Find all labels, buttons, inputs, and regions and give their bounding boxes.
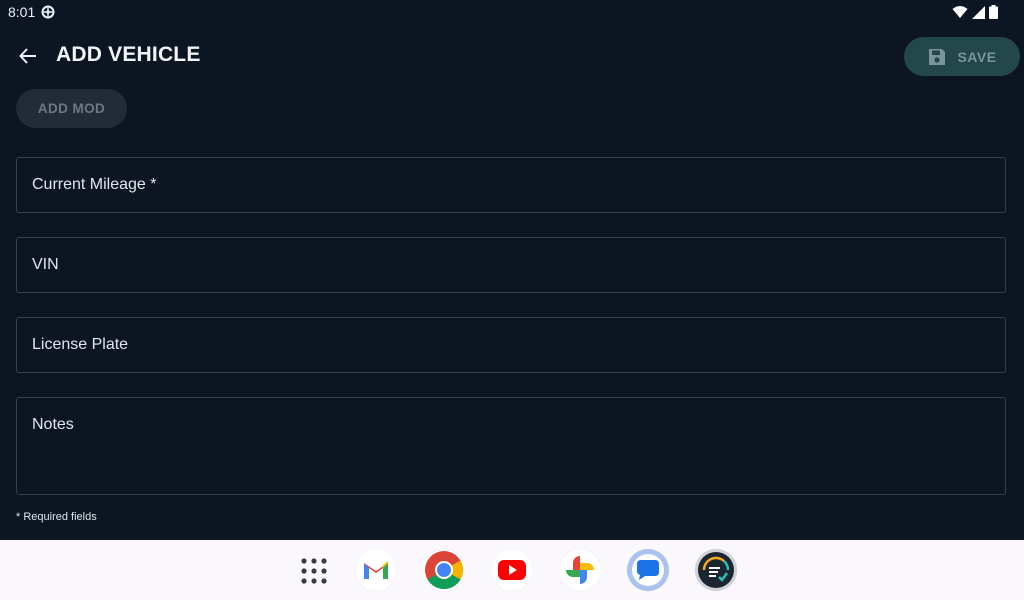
settings-status-icon bbox=[41, 5, 55, 19]
youtube-app[interactable] bbox=[491, 549, 533, 591]
wifi-icon bbox=[952, 6, 968, 18]
status-bar: 8:01 bbox=[0, 0, 1024, 24]
add-mod-label: ADD MOD bbox=[37, 101, 106, 116]
save-button-label: SAVE bbox=[957, 48, 997, 65]
license-plate-field[interactable]: License Plate bbox=[16, 317, 1006, 373]
status-icons bbox=[952, 4, 998, 20]
app-drawer-icon[interactable] bbox=[300, 557, 328, 585]
taskbar bbox=[0, 540, 1024, 600]
save-icon bbox=[929, 48, 946, 65]
photos-icon bbox=[566, 556, 594, 584]
arrow-back-icon bbox=[19, 48, 36, 64]
notes-label: Notes bbox=[32, 416, 74, 433]
battery-icon bbox=[989, 5, 998, 19]
youtube-icon bbox=[498, 560, 526, 580]
signal-icon bbox=[972, 5, 985, 19]
photos-app[interactable] bbox=[559, 549, 601, 591]
chrome-app[interactable] bbox=[423, 549, 465, 591]
back-button[interactable] bbox=[14, 42, 42, 70]
save-button[interactable]: SAVE bbox=[904, 37, 1020, 76]
gmail-icon bbox=[364, 561, 388, 579]
required-fields-note: * Required fields bbox=[16, 511, 97, 523]
notes-field[interactable]: Notes bbox=[16, 397, 1006, 495]
chrome-icon bbox=[425, 551, 464, 590]
current-mileage-field[interactable]: Current Mileage * bbox=[16, 157, 1006, 213]
status-time: 8:01 bbox=[8, 4, 36, 20]
vehicle-app[interactable] bbox=[695, 549, 737, 591]
license-plate-label: License Plate bbox=[32, 336, 129, 353]
vin-field[interactable]: VIN bbox=[16, 237, 1006, 293]
current-mileage-label: Current Mileage * bbox=[32, 176, 157, 193]
messages-app[interactable] bbox=[627, 549, 669, 591]
app-bar: ADD VEHICLE SAVE bbox=[0, 32, 1024, 80]
vin-label: VIN bbox=[32, 256, 59, 273]
gmail-app[interactable] bbox=[355, 549, 397, 591]
add-mod-button[interactable]: ADD MOD bbox=[16, 89, 127, 128]
app-icon bbox=[698, 552, 734, 588]
page-title: ADD VEHICLE bbox=[56, 43, 201, 66]
messages-icon bbox=[632, 554, 664, 586]
